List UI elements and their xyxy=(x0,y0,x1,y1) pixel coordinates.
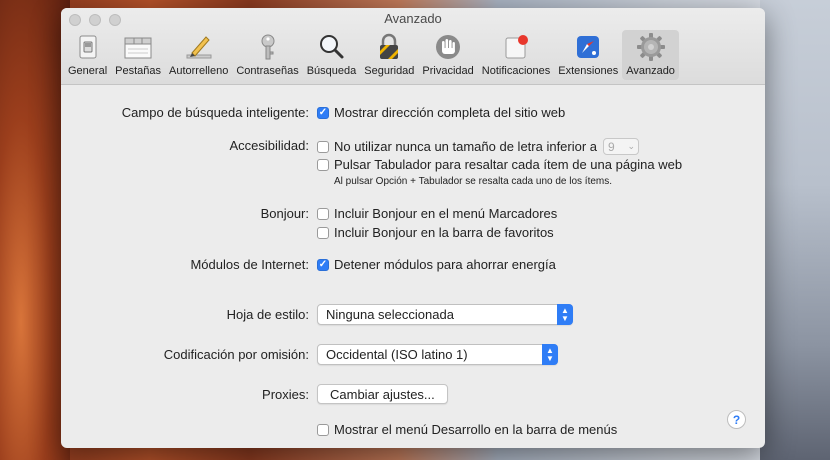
tab-extensiones-label: Extensiones xyxy=(558,65,619,77)
smart-search-row: Campo de búsqueda inteligente: Mostrar d… xyxy=(61,103,765,123)
tab-avanzado[interactable]: Avanzado xyxy=(622,30,679,80)
accessibility-row: Accesibilidad: No utilizar nunca un tama… xyxy=(61,136,765,156)
checkbox-unchecked-icon xyxy=(317,207,329,220)
checkbox-unchecked-icon xyxy=(317,158,329,171)
preferences-window: Avanzado General Pestañas Autorrelleno C… xyxy=(61,8,765,448)
accessibility-label: Accesibilidad: xyxy=(229,138,310,153)
tab-privacidad-label: Privacidad xyxy=(422,65,474,77)
tab-autorrelleno-label: Autorrelleno xyxy=(169,65,229,77)
checkbox-unchecked-icon xyxy=(317,226,329,239)
develop-menu-row: Mostrar el menú Desarrollo en la barra d… xyxy=(61,420,765,440)
tabs-icon xyxy=(122,32,154,62)
min-font-size-select[interactable]: 9 ⌄ xyxy=(603,138,640,155)
preferences-toolbar: General Pestañas Autorrelleno Contraseña… xyxy=(64,30,679,80)
bonjour-favorites-row: Incluir Bonjour en la barra de favoritos xyxy=(61,223,765,243)
bonjour-bookmarks-checkbox[interactable]: Incluir Bonjour en el menú Marcadores xyxy=(317,206,557,221)
notification-icon xyxy=(500,32,532,62)
tab-notificaciones[interactable]: Notificaciones xyxy=(478,30,554,80)
compass-icon xyxy=(572,32,604,62)
smart-search-label: Campo de búsqueda inteligente: xyxy=(121,105,309,120)
tab-highlight-note: Al pulsar Opción + Tabulador se resalta … xyxy=(334,176,613,187)
show-full-address-checkbox[interactable]: Mostrar dirección completa del sitio web xyxy=(317,105,565,120)
key-icon xyxy=(252,32,284,62)
tab-pestanas-label: Pestañas xyxy=(115,65,162,77)
bonjour-row: Bonjour: Incluir Bonjour en el menú Marc… xyxy=(61,204,765,224)
gear-icon xyxy=(635,32,667,62)
tab-highlight-checkbox[interactable]: Pulsar Tabulador para resaltar cada ítem… xyxy=(317,157,682,172)
encoding-label: Codificación por omisión: xyxy=(163,347,309,362)
checkbox-unchecked-icon xyxy=(317,423,329,436)
tab-highlight-row: Pulsar Tabulador para resaltar cada ítem… xyxy=(61,155,765,175)
stylesheet-value: Ninguna seleccionada xyxy=(326,307,454,322)
stylesheet-row: Hoja de estilo: Ninguna seleccionada ▲ ▼ xyxy=(61,304,765,326)
general-switch-icon xyxy=(72,32,104,62)
tab-extensiones[interactable]: Extensiones xyxy=(554,30,622,80)
encoding-select[interactable]: Occidental (ISO latino 1) ▲ ▼ xyxy=(317,344,558,365)
tab-privacidad[interactable]: Privacidad xyxy=(418,30,477,80)
stylesheet-label: Hoja de estilo: xyxy=(226,307,309,322)
tab-highlight-note-row: Al pulsar Opción + Tabulador se resalta … xyxy=(61,174,765,194)
plugins-row: Módulos de Internet: Detener módulos par… xyxy=(61,255,765,275)
checkbox-unchecked-icon xyxy=(317,140,329,153)
tab-pestanas[interactable]: Pestañas xyxy=(111,30,165,80)
checkbox-checked-icon xyxy=(317,258,329,271)
tab-contrasenas[interactable]: Contraseñas xyxy=(232,30,302,80)
magnifier-icon xyxy=(315,32,347,62)
updown-arrows-icon: ▲ ▼ xyxy=(557,304,573,325)
help-button[interactable]: ? xyxy=(727,410,746,429)
change-settings-button[interactable]: Cambiar ajustes... xyxy=(317,384,448,404)
proxies-row: Proxies: Cambiar ajustes... xyxy=(61,384,765,406)
min-font-size-checkbox[interactable]: No utilizar nunca un tamaño de letra inf… xyxy=(317,138,640,155)
desktop-wallpaper-right xyxy=(760,0,830,460)
tab-general-label: General xyxy=(68,65,108,77)
tab-contrasenas-label: Contraseñas xyxy=(236,65,299,77)
tab-notificaciones-label: Notificaciones xyxy=(481,65,551,77)
desktop-wallpaper-left xyxy=(0,0,70,460)
develop-menu-checkbox[interactable]: Mostrar el menú Desarrollo en la barra d… xyxy=(317,422,617,437)
pencil-icon xyxy=(183,32,215,62)
stop-plugins-checkbox[interactable]: Detener módulos para ahorrar energía xyxy=(317,257,556,272)
min-font-size-text: No utilizar nunca un tamaño de letra inf… xyxy=(334,139,598,154)
bonjour-label: Bonjour: xyxy=(260,206,309,221)
stop-plugins-text: Detener módulos para ahorrar energía xyxy=(334,257,556,272)
tab-general[interactable]: General xyxy=(64,30,111,80)
hand-icon xyxy=(432,32,464,62)
encoding-value: Occidental (ISO latino 1) xyxy=(326,347,468,362)
updown-arrows-icon: ▲ ▼ xyxy=(542,344,558,365)
stylesheet-select[interactable]: Ninguna seleccionada ▲ ▼ xyxy=(317,304,573,325)
show-full-address-text: Mostrar dirección completa del sitio web xyxy=(334,105,566,120)
tab-seguridad-label: Seguridad xyxy=(364,65,415,77)
plugins-label: Módulos de Internet: xyxy=(190,257,309,272)
proxies-label: Proxies: xyxy=(262,387,309,402)
bonjour-favorites-text: Incluir Bonjour en la barra de favoritos xyxy=(334,225,554,240)
window-title: Avanzado xyxy=(384,11,442,26)
bonjour-favorites-checkbox[interactable]: Incluir Bonjour en la barra de favoritos xyxy=(317,225,554,240)
develop-menu-text: Mostrar el menú Desarrollo en la barra d… xyxy=(334,422,618,437)
bonjour-bookmarks-text: Incluir Bonjour en el menú Marcadores xyxy=(334,206,558,221)
tab-autorrelleno[interactable]: Autorrelleno xyxy=(165,30,232,80)
tab-highlight-text: Pulsar Tabulador para resaltar cada ítem… xyxy=(334,157,683,172)
encoding-row: Codificación por omisión: Occidental (IS… xyxy=(61,344,765,366)
chevron-down-icon: ⌄ xyxy=(627,141,636,151)
tab-busqueda[interactable]: Búsqueda xyxy=(303,30,361,80)
tab-seguridad[interactable]: Seguridad xyxy=(360,30,418,80)
checkbox-checked-icon xyxy=(317,106,329,119)
tab-busqueda-label: Búsqueda xyxy=(306,65,357,77)
min-font-size-value: 9 xyxy=(608,139,615,154)
advanced-settings-panel: Campo de búsqueda inteligente: Mostrar d… xyxy=(61,85,765,448)
tab-avanzado-label: Avanzado xyxy=(626,65,675,77)
titlebar: Avanzado General Pestañas Autorrelleno C… xyxy=(61,8,765,85)
padlock-icon xyxy=(373,32,405,62)
